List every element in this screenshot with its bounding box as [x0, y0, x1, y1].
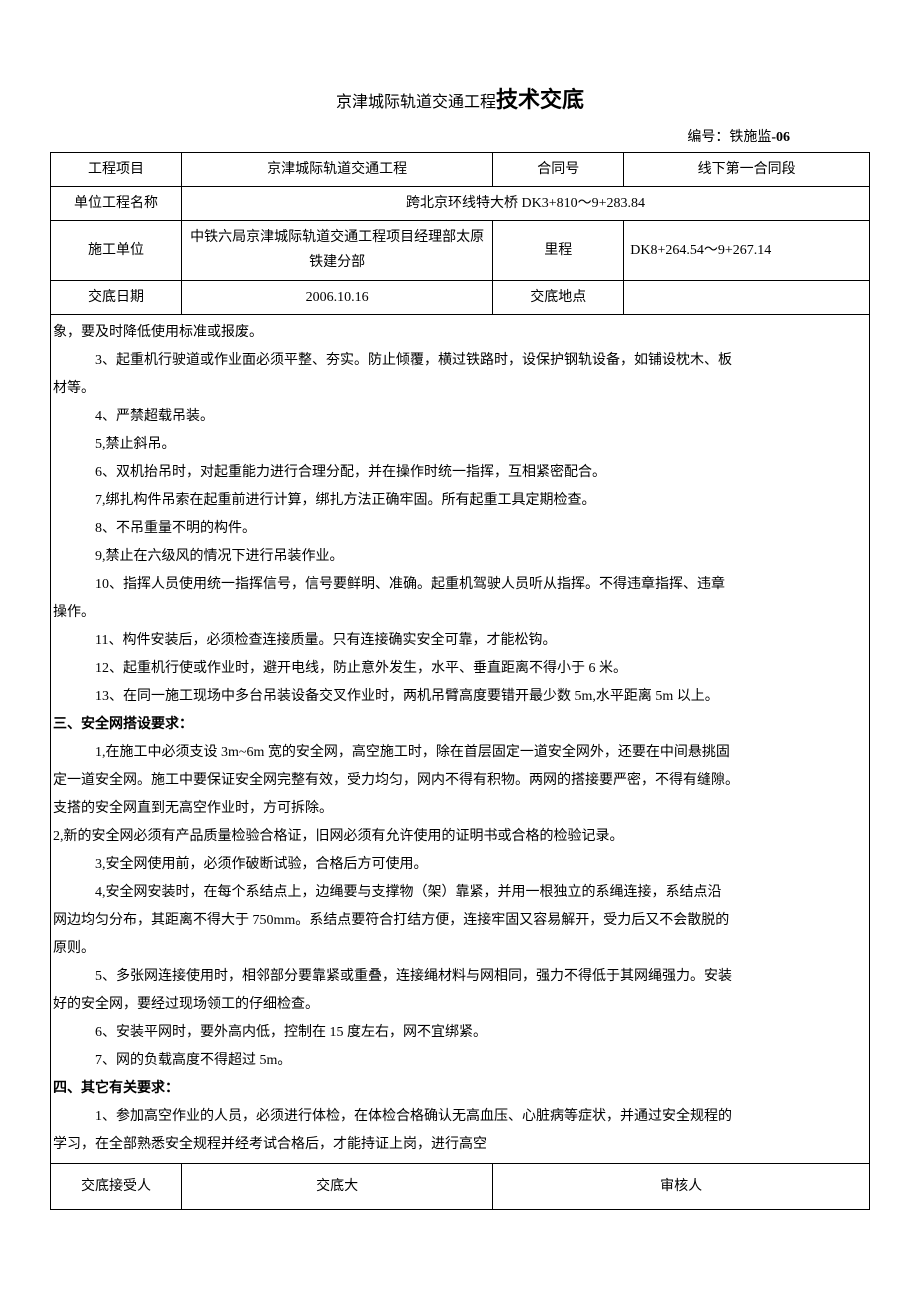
- label-project: 工程项目: [51, 152, 182, 186]
- body-text: 2,新的安全网必须有产品质量检验合格证，旧网必须有允许使用的证明书或合格的检验记…: [53, 823, 867, 851]
- document-table: 工程项目 京津城际轨道交通工程 合同号 线下第一合同段 单位工程名称 跨北京环线…: [50, 152, 870, 1210]
- body-text: 原则。: [53, 935, 867, 963]
- content-row: 象，要及时降低使用标准或报废。 3、起重机行驶道或作业面必须平整、夯实。防止倾覆…: [51, 314, 870, 1163]
- table-row: 交底日期 2006.10.16 交底地点: [51, 280, 870, 314]
- content-cell: 象，要及时降低使用标准或报废。 3、起重机行驶道或作业面必须平整、夯实。防止倾覆…: [51, 314, 870, 1163]
- content-body: 象，要及时降低使用标准或报废。 3、起重机行驶道或作业面必须平整、夯实。防止倾覆…: [51, 315, 869, 1163]
- table-row: 施工单位 中铁六局京津城际轨道交通工程项目经理部太原铁建分部 里程 DK8+26…: [51, 221, 870, 280]
- section-heading: 四、其它有关要求：: [53, 1075, 867, 1103]
- label-mileage: 里程: [493, 221, 624, 280]
- body-text: 7,绑扎构件吊索在起重前进行计算，绑扎方法正确牢固。所有起重工具定期检查。: [53, 487, 867, 515]
- value-contract: 线下第一合同段: [624, 152, 870, 186]
- body-text: 象，要及时降低使用标准或报废。: [53, 319, 867, 347]
- value-location: [624, 280, 870, 314]
- document-number: 编号：铁施监-06: [50, 125, 870, 150]
- value-unit-project: 跨北京环线特大桥 DK3+810～9+283.84: [182, 186, 870, 220]
- footer-receiver: 交底接受人: [51, 1163, 182, 1209]
- value-project: 京津城际轨道交通工程: [182, 152, 493, 186]
- body-text: 4、严禁超载吊装。: [53, 403, 867, 431]
- label-construction-unit: 施工单位: [51, 221, 182, 280]
- footer-reviewer: 审核人: [493, 1163, 870, 1209]
- label-unit-project: 单位工程名称: [51, 186, 182, 220]
- footer-row: 交底接受人 交底大 审核人: [51, 1163, 870, 1209]
- body-text: 5、多张网连接使用时，相邻部分要靠紧或重叠，连接绳材料与网相同，强力不得低于其网…: [53, 963, 867, 991]
- doc-number-suffix: -06: [771, 130, 790, 145]
- body-text: 4,安全网安装时，在每个系结点上，边绳要与支撑物（架）靠紧，并用一根独立的系绳连…: [53, 879, 867, 907]
- body-text: 操作。: [53, 599, 867, 627]
- body-text: 8、不吊重量不明的构件。: [53, 515, 867, 543]
- page-title: 京津城际轨道交通工程技术交底: [50, 80, 870, 120]
- body-text: 1,在施工中必须支设 3m~6m 宽的安全网，高空施工时，除在首层固定一道安全网…: [53, 739, 867, 767]
- doc-number-label: 编号：铁施监: [687, 130, 771, 145]
- body-text: 好的安全网，要经过现场领工的仔细检查。: [53, 991, 867, 1019]
- body-text: 学习，在全部熟悉安全规程并经考试合格后，才能持证上岗，进行高空: [53, 1131, 867, 1159]
- body-text: 11、构件安装后，必须检查连接质量。只有连接确实安全可靠，才能松钩。: [53, 627, 867, 655]
- title-small: 京津城际轨道交通工程: [336, 94, 496, 111]
- body-text: 7、网的负载高度不得超过 5m。: [53, 1047, 867, 1075]
- section-heading: 三、安全网搭设要求：: [53, 711, 867, 739]
- body-text: 支搭的安全网直到无高空作业时，方可拆除。: [53, 795, 867, 823]
- body-text: 定一道安全网。施工中要保证安全网完整有效，受力均匀，网内不得有积物。两网的搭接要…: [53, 767, 867, 795]
- value-date: 2006.10.16: [182, 280, 493, 314]
- body-text: 6、安装平网时，要外高内低，控制在 15 度左右，网不宜绑紧。: [53, 1019, 867, 1047]
- body-text: 10、指挥人员使用统一指挥信号，信号要鲜明、准确。起重机驾驶人员听从指挥。不得违…: [53, 571, 867, 599]
- table-row: 单位工程名称 跨北京环线特大桥 DK3+810～9+283.84: [51, 186, 870, 220]
- body-text: 12、起重机行使或作业时，避开电线，防止意外发生，水平、垂直距离不得小于 6 米…: [53, 655, 867, 683]
- body-text: 9,禁止在六级风的情况下进行吊装作业。: [53, 543, 867, 571]
- body-text: 材等。: [53, 375, 867, 403]
- label-date: 交底日期: [51, 280, 182, 314]
- body-text: 13、在同一施工现场中多台吊装设备交叉作业时，两机吊臂高度要错开最少数 5m,水…: [53, 683, 867, 711]
- title-large: 技术交底: [496, 87, 584, 112]
- body-text: 3,安全网使用前，必须作破断试验，合格后方可使用。: [53, 851, 867, 879]
- body-text: 3、起重机行驶道或作业面必须平整、夯实。防止倾覆，横过铁路时，设保护钢轨设备，如…: [53, 347, 867, 375]
- value-construction-unit: 中铁六局京津城际轨道交通工程项目经理部太原铁建分部: [182, 221, 493, 280]
- body-text: 5,禁止斜吊。: [53, 431, 867, 459]
- body-text: 1、参加高空作业的人员，必须进行体检，在体检合格确认无高血压、心脏病等症状，并通…: [53, 1103, 867, 1131]
- body-text: 网边均匀分布，其距离不得大于 750mm。系结点要符合打结方便，连接牢固又容易解…: [53, 907, 867, 935]
- body-text: 6、双机抬吊时，对起重能力进行合理分配，并在操作时统一指挥，互相紧密配合。: [53, 459, 867, 487]
- value-mileage: DK8+264.54～9+267.14: [624, 221, 870, 280]
- label-contract: 合同号: [493, 152, 624, 186]
- label-location: 交底地点: [493, 280, 624, 314]
- footer-presenter: 交底大: [182, 1163, 493, 1209]
- table-row: 工程项目 京津城际轨道交通工程 合同号 线下第一合同段: [51, 152, 870, 186]
